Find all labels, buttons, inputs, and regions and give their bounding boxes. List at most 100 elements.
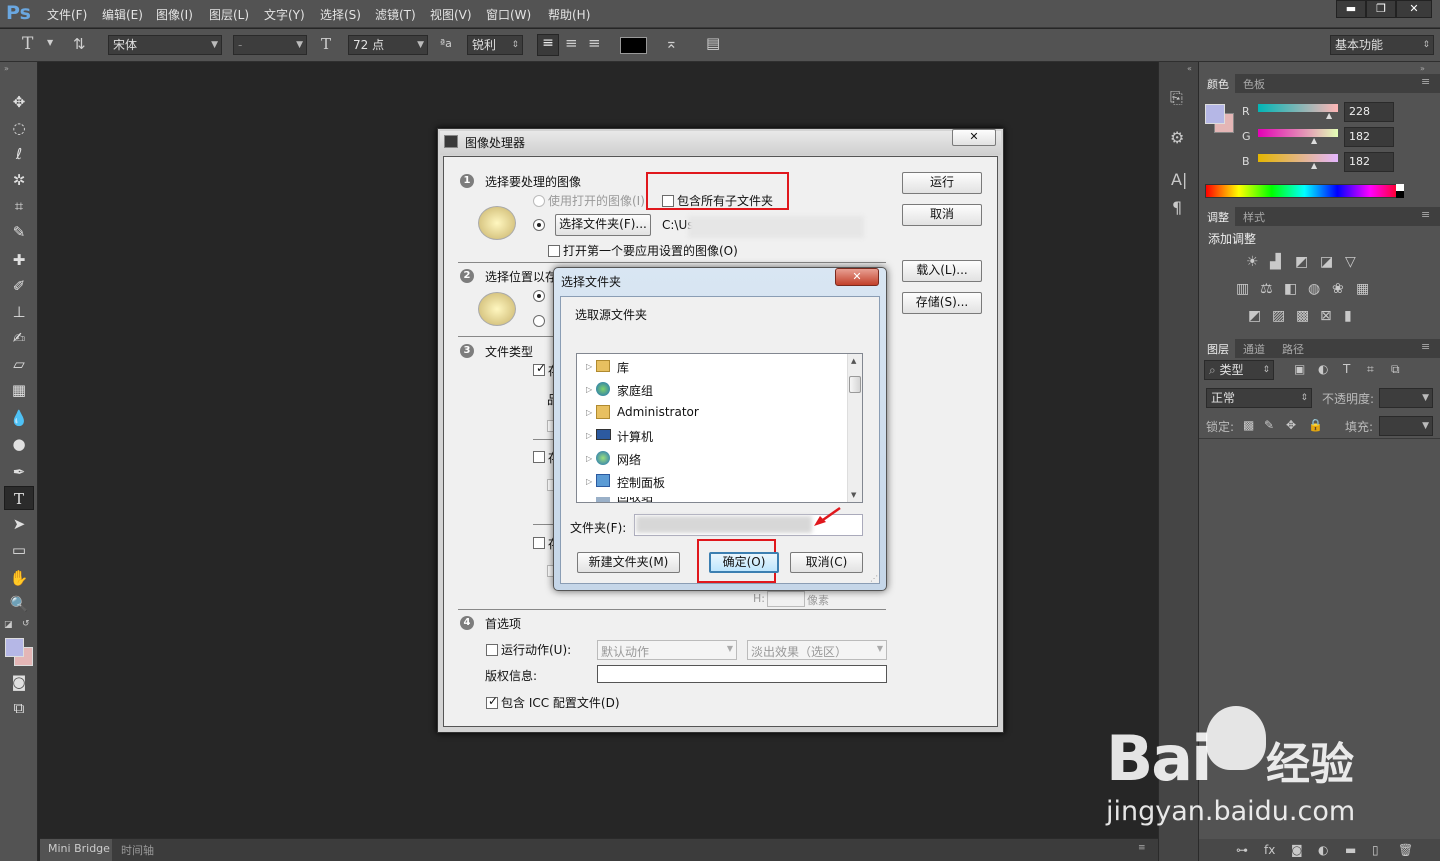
font-size-select[interactable]: 72 点 ▼	[348, 35, 428, 55]
filter-adjustment-icon[interactable]: ◐	[1318, 362, 1328, 376]
tree-item-library[interactable]: 库	[617, 359, 629, 376]
default-colors-icon[interactable]: ◪	[4, 620, 13, 630]
character-panel-icon[interactable]: A|	[1171, 170, 1187, 189]
action-set-select[interactable]: 默认动作 ▼	[597, 640, 737, 660]
paragraph-panel-icon[interactable]: ¶	[1172, 198, 1182, 217]
ok-button[interactable]: 确定(O)	[709, 552, 779, 573]
g-value-input[interactable]: 182	[1344, 127, 1394, 147]
zoom-tool-icon[interactable]: 🔍	[4, 592, 34, 616]
layer-style-icon[interactable]: fx	[1264, 843, 1275, 857]
dodge-tool-icon[interactable]: ●	[4, 432, 34, 456]
save-tiff-checkbox[interactable]	[533, 537, 545, 549]
antialias-select[interactable]: 锐利 ⇕	[467, 35, 523, 55]
selective-color-icon[interactable]: ⊠	[1320, 308, 1332, 324]
panel-menu-icon[interactable]: ≡	[1421, 75, 1430, 88]
eraser-tool-icon[interactable]: ▱	[4, 352, 34, 376]
delete-layer-icon[interactable]: 🗑	[1398, 843, 1413, 857]
menu-help[interactable]: 帮助(H)	[548, 6, 590, 23]
panel-menu-icon[interactable]: ≡	[1421, 208, 1430, 221]
tab-layers[interactable]: 图层	[1207, 341, 1229, 357]
text-color-swatch[interactable]	[620, 37, 647, 54]
hand-tool-icon[interactable]: ✋	[4, 566, 34, 590]
copyright-input[interactable]	[597, 665, 887, 683]
align-right-icon[interactable]: ≡	[588, 34, 601, 52]
save-button[interactable]: 存储(S)...	[902, 292, 982, 314]
blend-mode-select[interactable]: 正常 ⇕	[1206, 388, 1312, 408]
tree-item-control-panel[interactable]: 控制面板	[617, 474, 665, 491]
blur-tool-icon[interactable]: 💧	[4, 406, 34, 430]
select-folder-radio[interactable]	[533, 219, 545, 231]
expand-arrow-icon[interactable]: ▷	[586, 431, 592, 440]
tab-styles[interactable]: 样式	[1243, 209, 1265, 225]
screen-mode-icon[interactable]: ⧉	[4, 696, 34, 720]
pen-tool-icon[interactable]: ✒	[4, 460, 34, 484]
lock-all-icon[interactable]: 🔒	[1308, 418, 1323, 432]
tree-item-recycle-bin[interactable]: 回收站	[617, 497, 653, 502]
r-value-input[interactable]: 228	[1344, 102, 1394, 122]
collapse-arrows-icon[interactable]: »	[1420, 64, 1425, 73]
foreground-color-swatch[interactable]	[1205, 104, 1225, 124]
text-orientation-icon[interactable]: ⇅	[73, 35, 86, 53]
menu-image[interactable]: 图像(I)	[156, 6, 193, 23]
black-white-swatch[interactable]	[1396, 184, 1404, 198]
brush-tool-icon[interactable]: ✐	[4, 274, 34, 298]
minimize-button[interactable]: ▬	[1336, 0, 1366, 18]
brightness-contrast-icon[interactable]: ☀	[1246, 254, 1259, 270]
clone-stamp-icon[interactable]: ⊥	[4, 300, 34, 324]
curves-icon[interactable]: ◩	[1295, 254, 1308, 270]
scroll-up-icon[interactable]: ▲	[851, 357, 856, 365]
color-balance-icon[interactable]: ⚖	[1260, 281, 1273, 297]
expand-arrow-icon[interactable]: ▷	[586, 477, 592, 486]
save-same-location-radio[interactable]	[533, 290, 545, 302]
invert-icon[interactable]: ◩	[1248, 308, 1261, 324]
menu-window[interactable]: 窗口(W)	[486, 6, 531, 23]
include-subfolders-checkbox[interactable]	[662, 195, 674, 207]
tab-color[interactable]: 颜色	[1207, 76, 1229, 92]
filter-type-icon[interactable]: T	[1343, 362, 1350, 376]
close-app-button[interactable]: ✕	[1396, 0, 1432, 18]
slider-thumb-icon[interactable]: ▲	[1311, 136, 1317, 145]
tab-adjustments[interactable]: 调整	[1207, 209, 1229, 225]
dialog-close-button[interactable]: ✕	[952, 129, 996, 146]
filter-pixel-icon[interactable]: ▣	[1294, 362, 1305, 376]
add-mask-icon[interactable]: ◙	[1291, 843, 1303, 857]
menu-type[interactable]: 文字(Y)	[264, 6, 305, 23]
lock-transparent-icon[interactable]: ▩	[1243, 418, 1254, 432]
new-layer-icon[interactable]: ▯	[1372, 843, 1379, 857]
menu-filter[interactable]: 滤镜(T)	[375, 6, 416, 23]
menu-edit[interactable]: 编辑(E)	[102, 6, 143, 23]
font-style-select[interactable]: - ▼	[233, 35, 307, 55]
fill-input[interactable]: ▼	[1379, 416, 1433, 436]
tab-timeline[interactable]: 时间轴	[121, 842, 154, 858]
restore-button[interactable]: ❐	[1366, 0, 1396, 18]
swap-colors-icon[interactable]: ↺	[22, 619, 30, 629]
character-panel-icon[interactable]: ▤	[706, 34, 720, 52]
foreground-color-swatch[interactable]	[5, 638, 24, 657]
photo-filter-icon[interactable]: ◍	[1308, 281, 1320, 297]
open-first-image-checkbox[interactable]	[548, 245, 560, 257]
tree-item-network[interactable]: 网络	[617, 451, 641, 468]
panel-menu-icon[interactable]: ≡	[1138, 843, 1146, 853]
posterize-icon[interactable]: ▨	[1272, 308, 1285, 324]
gradient-map-icon[interactable]: ▮	[1344, 308, 1352, 324]
new-folder-button[interactable]: 新建文件夹(M)	[577, 552, 680, 573]
layer-filter-kind-select[interactable]: ⌕ 类型 ⇕	[1204, 360, 1274, 380]
cancel-button[interactable]: 取消	[902, 204, 982, 226]
b-slider[interactable]	[1258, 154, 1338, 162]
eyedropper-tool-icon[interactable]: ✎	[4, 220, 34, 244]
menu-layer[interactable]: 图层(L)	[209, 6, 249, 23]
lock-image-icon[interactable]: ✎	[1264, 418, 1274, 432]
save-psd-checkbox[interactable]	[533, 451, 545, 463]
black-white-icon[interactable]: ◧	[1284, 281, 1297, 297]
scrollbar-thumb[interactable]	[849, 376, 861, 393]
tree-item-computer[interactable]: 计算机	[617, 428, 653, 445]
tree-item-homegroup[interactable]: 家庭组	[617, 382, 653, 399]
collapse-arrows-icon[interactable]: «	[1187, 64, 1192, 73]
properties-panel-icon[interactable]: ⚙	[1170, 128, 1184, 147]
scroll-down-icon[interactable]: ▼	[851, 491, 856, 499]
b-value-input[interactable]: 182	[1344, 152, 1394, 172]
channel-mixer-icon[interactable]: ❀	[1332, 281, 1344, 297]
healing-brush-icon[interactable]: ✚	[4, 248, 34, 272]
levels-icon[interactable]: ▟	[1270, 254, 1281, 270]
browse-close-button[interactable]: ✕	[835, 268, 879, 286]
